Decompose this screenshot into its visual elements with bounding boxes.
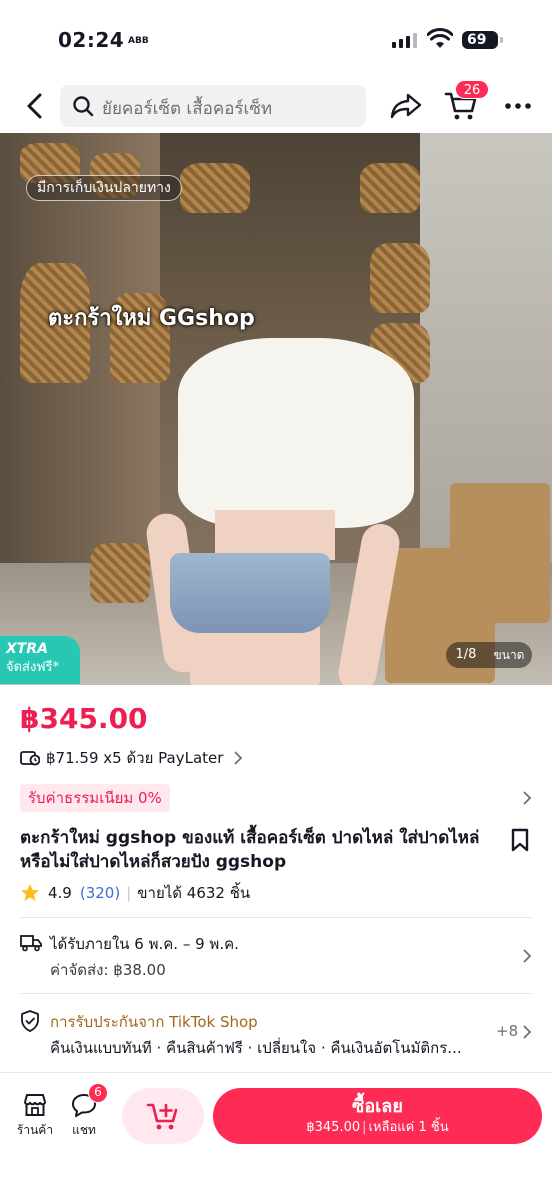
guarantee-more-count[interactable]: +8: [496, 1022, 518, 1040]
image-watermark: ตะกร้าใหม่ GGshop: [48, 306, 255, 331]
rating-value: 4.9: [48, 884, 72, 902]
shield-check-icon: [21, 1010, 39, 1032]
model-image: [178, 338, 414, 528]
wifi-icon: [427, 28, 453, 48]
add-to-cart-icon: [146, 1103, 178, 1130]
chevron-right-icon: [234, 751, 243, 765]
top-nav-bar: ยัยคอร์เซ็ต เสื้อคอร์เซ็ท 26: [0, 80, 552, 128]
guarantee-title[interactable]: การรับประกันจาก TikTok Shop: [50, 1010, 258, 1034]
delivery-truck-icon: [20, 935, 42, 952]
chevron-right-icon[interactable]: [522, 948, 532, 964]
chevron-right-icon[interactable]: [522, 790, 532, 806]
buy-now-label: ซื้อเลย: [352, 1096, 403, 1117]
zero-fee-tag[interactable]: รับค่าธรรมเนียม 0%: [20, 784, 170, 812]
product-title: ตะกร้าใหม่ ggshop ของแท้ เสื้อคอร์เซ็ต ป…: [20, 828, 480, 872]
search-query-text: ยัยคอร์เซ็ต เสื้อคอร์เซ็ท: [102, 99, 273, 119]
shipping-fee: ค่าจัดส่ง: ฿38.00: [50, 961, 166, 979]
paylater-row[interactable]: ฿71.59 x5 ด้วย PayLater: [20, 746, 243, 770]
bottom-action-bar: ร้านค้า แชท 6 ซื้อเลย ฿345.00 | เหลือแค่ 1…: [0, 1072, 552, 1200]
search-icon: [73, 96, 94, 117]
sold-count: ขายได้ 4632 ชิ้น: [137, 884, 251, 902]
cart-count-badge: 26: [455, 80, 489, 99]
rating-row[interactable]: 4.9 (320) | ขายได้ 4632 ชิ้น: [20, 882, 250, 904]
divider: [20, 993, 532, 994]
wooden-stool-image: [450, 483, 550, 623]
store-button[interactable]: ร้านค้า: [12, 1093, 58, 1143]
buy-now-stock: เหลือแค่ 1 ชิ้น: [368, 1120, 449, 1135]
xtra-free-shipping-badge: XTRA จัดส่งฟรี*: [0, 636, 80, 684]
status-extra-label: ABB: [128, 36, 149, 46]
more-options-icon[interactable]: [504, 94, 532, 118]
divider: [20, 917, 532, 918]
size-guide-button[interactable]: ขนาด: [486, 642, 532, 668]
battery-cap: [500, 37, 503, 43]
product-image-carousel[interactable]: [0, 133, 552, 685]
xtra-subtitle: จัดส่งฟรี*: [6, 660, 60, 675]
bookmark-icon[interactable]: [510, 828, 530, 852]
star-icon: [21, 884, 39, 901]
status-time: 02:24: [58, 28, 125, 52]
store-label: ร้านค้า: [16, 1123, 54, 1137]
add-to-cart-button[interactable]: [122, 1088, 204, 1144]
chat-button[interactable]: แชท 6: [64, 1083, 108, 1143]
store-icon: [24, 1094, 46, 1116]
cellular-signal-icon: [392, 32, 417, 48]
basket-image: [90, 543, 150, 603]
share-icon[interactable]: [390, 92, 422, 120]
chat-label: แชท: [72, 1123, 96, 1137]
product-price: ฿345.00: [20, 702, 148, 735]
xtra-title: XTRA: [6, 641, 48, 657]
paylater-text: ฿71.59 x5 ด้วย PayLater: [46, 749, 224, 767]
back-arrow-icon[interactable]: [22, 92, 48, 120]
rating-separator: |: [126, 884, 132, 902]
basket-image: [360, 163, 420, 213]
basket-image: [180, 163, 250, 213]
buy-now-button[interactable]: ซื้อเลย ฿345.00 | เหลือแค่ 1 ชิ้น: [213, 1088, 542, 1144]
guarantee-items: คืนเงินแบบทันที · คืนสินค้าฟรี · เปลี่ยน…: [50, 1039, 462, 1057]
status-bar: 02:24 ABB 69: [0, 0, 552, 76]
buy-now-separator: |: [362, 1120, 367, 1135]
basket-image: [370, 243, 430, 313]
paylater-icon: [20, 751, 40, 766]
image-page-counter: 1/8: [446, 642, 486, 668]
buy-now-details: ฿345.00 | เหลือแค่ 1 ชิ้น: [213, 1119, 542, 1137]
battery-indicator: 69: [462, 31, 498, 49]
search-bar[interactable]: ยัยคอร์เซ็ต เสื้อคอร์เซ็ท: [60, 85, 366, 127]
model-image: [170, 553, 330, 633]
rating-count[interactable]: (320): [80, 884, 120, 902]
delivery-estimate[interactable]: ได้รับภายใน 6 พ.ค. – 9 พ.ค.: [50, 932, 239, 956]
chevron-right-icon[interactable]: [522, 1024, 532, 1040]
buy-now-price: ฿345.00: [306, 1120, 361, 1135]
chat-unread-badge: 6: [88, 1083, 108, 1103]
cash-on-delivery-tag: มีการเก็บเงินปลายทาง: [26, 175, 182, 201]
